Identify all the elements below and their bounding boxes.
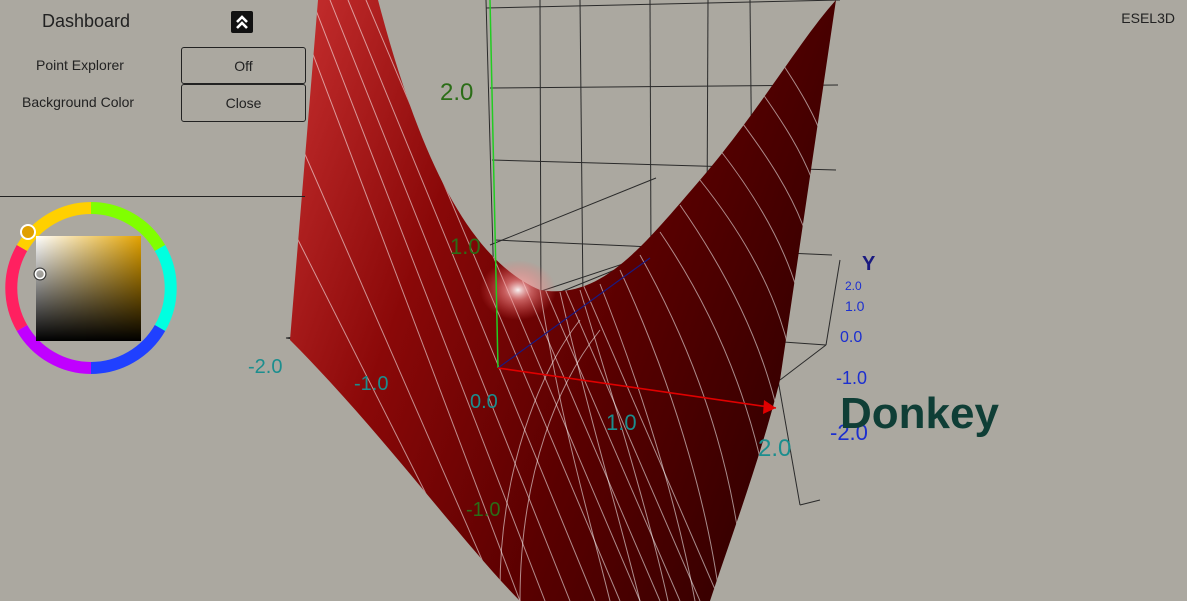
- background-color-label: Background Color: [22, 94, 135, 110]
- x-tick-label: 0.0: [470, 391, 498, 413]
- specular-highlight: [480, 260, 556, 320]
- z-tick-label: -1.0: [466, 499, 500, 521]
- double-chevron-up-icon: [236, 15, 248, 29]
- y-tick-label: 1.0: [845, 298, 865, 314]
- y-tick-label: -1.0: [836, 368, 867, 388]
- brand-logo: ESEL3D: [1121, 10, 1175, 26]
- z-tick-label: 1.0: [450, 234, 481, 259]
- point-explorer-label: Point Explorer: [36, 57, 124, 73]
- y-tick-label: 0.0: [840, 329, 862, 346]
- panel-divider: [0, 196, 305, 197]
- y-tick-label: 2.0: [845, 279, 862, 293]
- saturation-shade: [36, 236, 141, 341]
- collapse-panel-button[interactable]: [231, 11, 253, 33]
- x-tick-label: -2.0: [248, 356, 282, 378]
- x-tick-label: 1.0: [606, 410, 637, 435]
- x-tick-label: 2.0: [758, 435, 791, 462]
- point-explorer-toggle-button[interactable]: Off: [181, 47, 306, 84]
- dashboard-title: Dashboard: [42, 11, 131, 31]
- z-tick-label: 2.0: [440, 79, 473, 106]
- background-color-close-button[interactable]: Close: [181, 84, 306, 122]
- color-picker[interactable]: [0, 198, 182, 384]
- y-axis-title: Y: [862, 253, 876, 275]
- surface-plot: [290, 0, 836, 601]
- hue-handle[interactable]: [20, 224, 36, 240]
- x-tick-label: -1.0: [354, 373, 388, 395]
- annotation-label: Donkey: [840, 389, 999, 438]
